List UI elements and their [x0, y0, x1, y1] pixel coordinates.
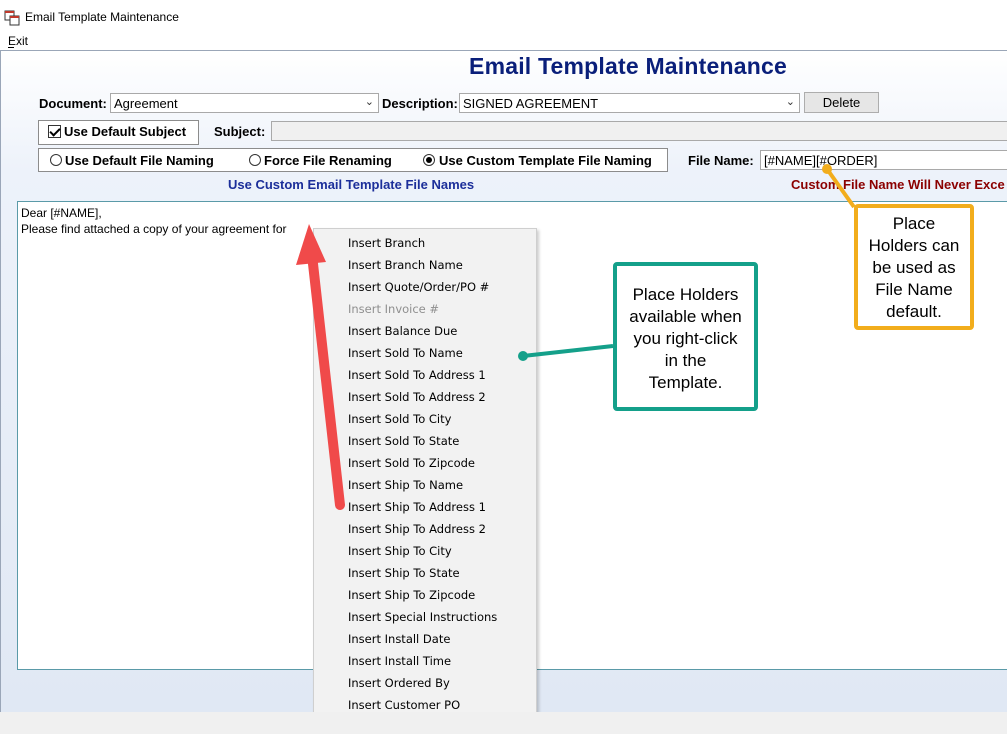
callout-line: File Name: [875, 280, 953, 299]
callout-line: Holders can: [868, 236, 960, 255]
callout-line: default.: [886, 302, 942, 321]
annotation-arrows: [296, 164, 856, 510]
callout-line: Place: [892, 214, 936, 233]
callout-line: be used as: [872, 258, 956, 277]
callout-line: Place Holders: [632, 285, 739, 304]
callout-line: Template.: [648, 373, 723, 392]
status-bar: [0, 712, 1007, 734]
callout-line: you right-click: [633, 329, 738, 348]
callout-line: in the: [664, 351, 707, 370]
red-arrow: [296, 224, 345, 510]
placeholders-callout: Place Holders available when you right-c…: [613, 262, 758, 411]
orange-connector: [822, 164, 856, 209]
callout-line: available when: [629, 307, 742, 326]
green-connector: [518, 344, 614, 361]
file-name-callout: Place Holders can be used as File Name d…: [854, 204, 974, 330]
